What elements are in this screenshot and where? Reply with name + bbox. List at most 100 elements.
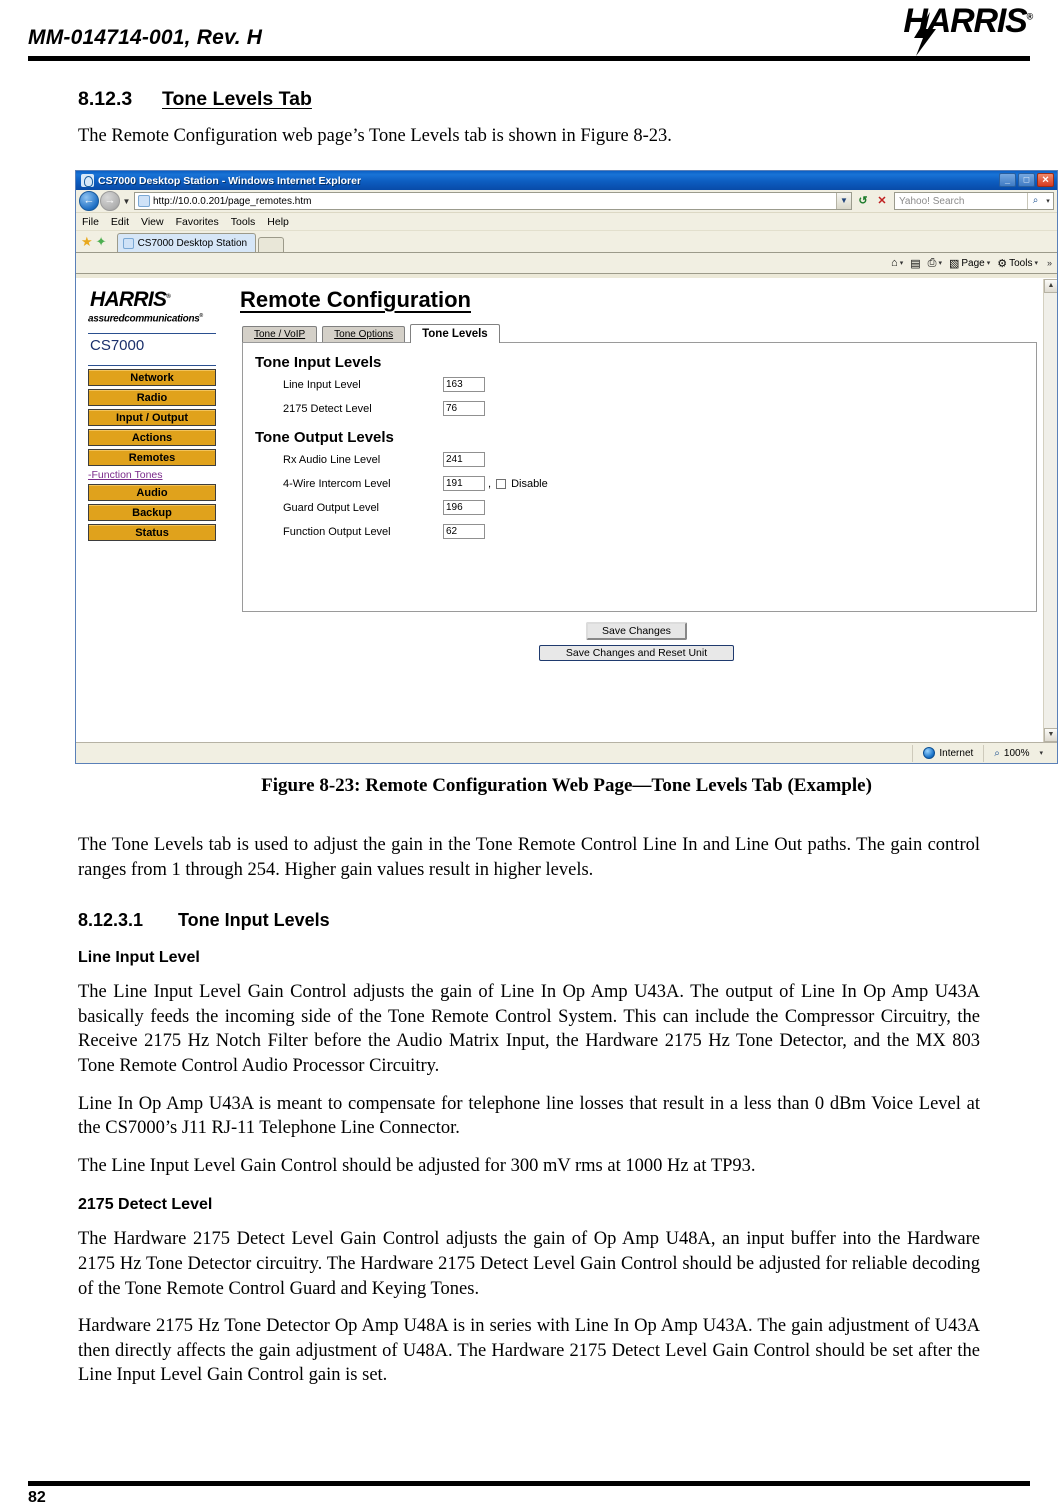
new-tab-button[interactable] — [258, 237, 285, 252]
back-arrow-icon: ← — [83, 194, 95, 207]
input-guard-output-level[interactable]: 196 — [443, 500, 485, 515]
search-icon[interactable]: ⌕ — [1027, 193, 1043, 209]
sidebar-item-status[interactable]: Status — [88, 524, 216, 542]
sidebar-link-function-tones[interactable]: -Function Tones — [88, 469, 216, 481]
favorites-star-icon[interactable]: ★ — [81, 235, 93, 252]
tab-favicon-icon — [122, 237, 134, 249]
tools-menu-label: Tools — [1009, 257, 1033, 269]
sidebar-item-network[interactable]: Network — [88, 369, 216, 387]
search-placeholder: Yahoo! Search — [899, 195, 965, 207]
browser-address-bar: ← → ▼ http://10.0.0.201/page_remotes.htm… — [76, 190, 1057, 213]
figure-8-23: CS7000 Desktop Station - Windows Interne… — [75, 170, 1058, 764]
tab-tone-options[interactable]: Tone Options — [322, 326, 406, 342]
print-button[interactable]: ⎙ ▾ — [926, 257, 944, 270]
home-button[interactable]: ⌂ ▾ — [889, 257, 905, 269]
input-function-output-level[interactable]: 62 — [443, 524, 485, 539]
page-icon: ▧ — [948, 257, 960, 270]
minimize-button[interactable]: _ — [999, 173, 1016, 187]
menu-favorites[interactable]: Favorites — [176, 216, 219, 228]
stop-button[interactable]: ✕ — [873, 192, 891, 210]
menu-tools[interactable]: Tools — [231, 216, 256, 228]
maximize-icon: □ — [1023, 174, 1030, 185]
browser-status-bar: Internet ⌕ 100% ▾ — [76, 742, 1057, 763]
url-input[interactable]: http://10.0.0.201/page_remotes.htm ▼ — [134, 192, 852, 210]
search-input[interactable]: Yahoo! Search ⌕ ▾ — [894, 192, 1054, 210]
web-tagline-text: assuredcommunications — [88, 313, 200, 325]
tone-output-levels-heading: Tone Output Levels — [255, 429, 394, 446]
refresh-button[interactable]: ↺ — [854, 192, 872, 210]
section-number: 8.12.3 — [78, 88, 133, 110]
search-dropdown-icon[interactable]: ▾ — [1043, 197, 1053, 205]
tools-menu-button[interactable]: ⚙ Tools ▾ — [995, 257, 1040, 270]
close-button[interactable]: ✕ — [1037, 173, 1054, 187]
checkbox-disable-intercom[interactable] — [496, 478, 507, 489]
gear-icon: ⚙ — [997, 257, 1008, 270]
add-favorite-icon[interactable]: ✦ — [96, 235, 107, 252]
url-text: http://10.0.0.201/page_remotes.htm — [153, 195, 312, 207]
document-id: MM-014714-001, Rev. H — [28, 26, 263, 49]
scroll-down-icon[interactable]: ▼ — [1044, 728, 1057, 742]
web-page: HARRIS® assuredcommunications® CS7000 Ne… — [76, 279, 1057, 742]
section-heading: 8.12.3 Tone Levels Tab — [78, 88, 1058, 111]
tab-tone-levels[interactable]: Tone Levels — [410, 324, 500, 343]
back-button[interactable]: ← — [79, 191, 99, 211]
page-menu-button[interactable]: ▧ Page ▾ — [947, 257, 992, 270]
toolbar-overflow-icon[interactable]: » — [1047, 258, 1052, 268]
web-main: Remote Configuration Tone / VoIP Tone Op… — [236, 287, 1037, 664]
label-guard-output-level: Guard Output Level — [283, 501, 380, 514]
harris-logo-text: HARRIS — [903, 2, 1027, 40]
sidebar-item-audio[interactable]: Audio — [88, 484, 216, 502]
input-line-input-level[interactable]: 163 — [443, 377, 485, 392]
browser-tab-bar: ★ ✦ CS7000 Desktop Station — [76, 231, 1057, 253]
page-menu-label: Page — [961, 257, 985, 269]
sidebar-item-input-output[interactable]: Input / Output — [88, 409, 216, 427]
subsection-heading: 8.12.3.1 Tone Input Levels — [78, 910, 1058, 931]
tone-levels-panel: Tone Input Levels Line Input Level 163 2… — [242, 342, 1037, 612]
sidebar-item-radio[interactable]: Radio — [88, 389, 216, 407]
label-line-input-level: Line Input Level — [283, 378, 361, 391]
page-title: Remote Configuration — [240, 287, 471, 312]
scroll-up-icon[interactable]: ▲ — [1044, 279, 1057, 293]
sidebar-item-backup[interactable]: Backup — [88, 504, 216, 522]
zoom-magnifier-icon: ⌕ — [994, 747, 1000, 759]
label-disable-intercom: Disable — [511, 477, 548, 490]
label-4-wire-intercom-level: 4-Wire Intercom Level — [283, 477, 391, 490]
subsection-title: Tone Input Levels — [178, 910, 330, 931]
sidebar-item-remotes[interactable]: Remotes — [88, 449, 216, 467]
zoom-control[interactable]: ⌕ 100% ▾ — [983, 744, 1053, 762]
save-changes-button[interactable]: Save Changes — [586, 622, 687, 640]
browser-tab-active[interactable]: CS7000 Desktop Station — [116, 233, 257, 252]
feeds-button[interactable]: ▤ — [908, 257, 922, 270]
input-rx-audio-line-level[interactable]: 241 — [443, 452, 485, 467]
header-divider — [28, 56, 1030, 61]
security-zone-label: Internet — [939, 747, 974, 759]
field-row-rx-audio-line-level: Rx Audio Line Level 241 — [283, 451, 1036, 468]
maximize-button[interactable]: □ — [1018, 173, 1035, 187]
save-changes-and-reset-button[interactable]: Save Changes and Reset Unit — [538, 645, 735, 661]
sidebar-divider-top — [88, 333, 216, 335]
field-row-2175-detect-level: 2175 Detect Level 76 — [283, 400, 1036, 417]
url-dropdown-icon[interactable]: ▼ — [836, 193, 851, 209]
history-dropdown-icon[interactable]: ▼ — [121, 197, 132, 206]
input-2175-detect-level[interactable]: 76 — [443, 401, 485, 416]
config-tab-strip: Tone / VoIP Tone Options Tone Levels — [242, 324, 1037, 343]
figure-caption: Figure 8-23: Remote Configuration Web Pa… — [261, 775, 872, 796]
footer-divider — [28, 1481, 1030, 1486]
input-4-wire-intercom-level[interactable]: 191 — [443, 476, 485, 491]
menu-edit[interactable]: Edit — [111, 216, 129, 228]
home-icon: ⌂ — [891, 257, 898, 269]
forward-button[interactable]: → — [100, 191, 120, 211]
menu-help[interactable]: Help — [267, 216, 289, 228]
security-zone[interactable]: Internet — [912, 744, 983, 762]
label-2175-detect-level: 2175 Detect Level — [283, 402, 372, 415]
page-scrollbar[interactable]: ▲ ▼ — [1043, 279, 1057, 742]
tab-tone-voip[interactable]: Tone / VoIP — [242, 326, 318, 342]
sidebar-item-actions[interactable]: Actions — [88, 429, 216, 447]
menu-file[interactable]: File — [82, 216, 99, 228]
menu-view[interactable]: View — [141, 216, 164, 228]
subsection-number: 8.12.3.1 — [78, 910, 144, 931]
zoom-level-label: 100% — [1003, 747, 1030, 759]
web-sidebar: HARRIS® assuredcommunications® CS7000 Ne… — [88, 289, 216, 542]
web-harris-tm: ® — [166, 294, 171, 300]
paragraph-3: The Line Input Level Gain Control should… — [78, 1155, 756, 1176]
